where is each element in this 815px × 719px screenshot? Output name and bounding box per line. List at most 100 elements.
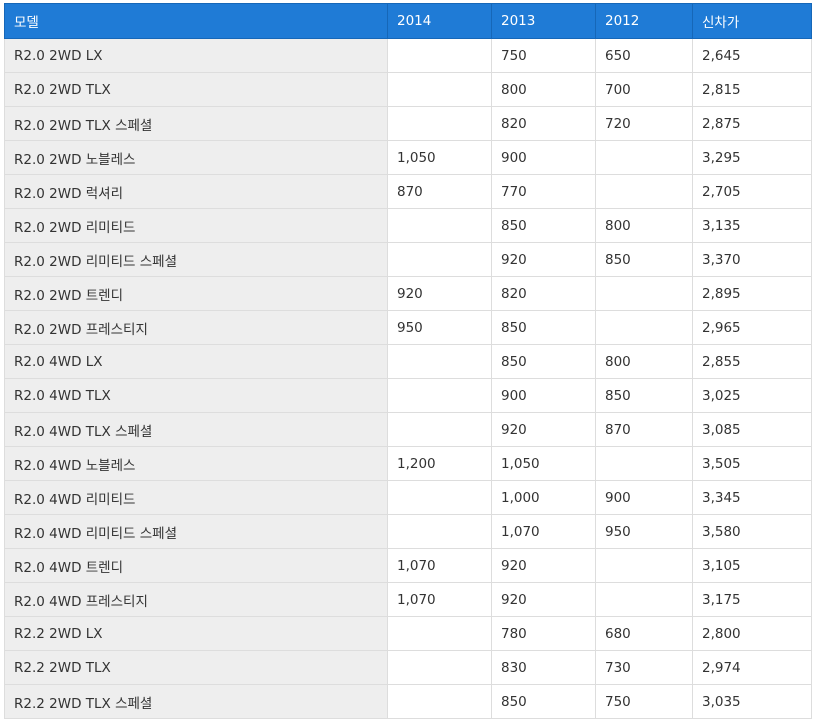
price-2013-cell: 850 xyxy=(491,310,596,345)
price-2014-cell: 870 xyxy=(387,174,492,209)
price-2012-cell: 730 xyxy=(595,650,693,685)
price-2014-cell xyxy=(387,72,492,107)
model-cell: R2.0 4WD 프레스티지 xyxy=(4,582,388,617)
price-2012-cell xyxy=(595,446,693,481)
new-price-cell: 3,105 xyxy=(692,548,812,583)
table-row: R2.0 4WD 리미티드 스페셜 1,070 950 3,580 xyxy=(4,514,812,549)
new-price-cell: 2,974 xyxy=(692,650,812,685)
new-price-cell: 3,295 xyxy=(692,140,812,175)
header-2012: 2012 xyxy=(595,3,693,39)
table-row: R2.0 4WD TLX 스페셜 920 870 3,085 xyxy=(4,412,812,447)
table-row: R2.0 2WD TLX 800 700 2,815 xyxy=(4,72,812,107)
model-cell: R2.0 2WD 럭셔리 xyxy=(4,174,388,209)
table-row: R2.0 2WD 프레스티지 950 850 2,965 xyxy=(4,310,812,345)
header-2014: 2014 xyxy=(387,3,492,39)
table-row: R2.0 4WD LX 850 800 2,855 xyxy=(4,344,812,379)
table-row: R2.2 2WD TLX 스페셜 850 750 3,035 xyxy=(4,684,812,719)
price-2014-cell: 1,050 xyxy=(387,140,492,175)
price-2013-cell: 850 xyxy=(491,344,596,379)
price-2012-cell xyxy=(595,582,693,617)
table-row: R2.0 4WD 트렌디 1,070 920 3,105 xyxy=(4,548,812,583)
price-2012-cell: 750 xyxy=(595,684,693,719)
price-2013-cell: 820 xyxy=(491,106,596,141)
model-cell: R2.0 2WD 프레스티지 xyxy=(4,310,388,345)
price-2014-cell: 1,200 xyxy=(387,446,492,481)
price-2014-cell xyxy=(387,378,492,413)
price-2013-cell: 800 xyxy=(491,72,596,107)
price-2013-cell: 920 xyxy=(491,582,596,617)
price-2014-cell xyxy=(387,616,492,651)
price-2012-cell xyxy=(595,548,693,583)
table-row: R2.2 2WD TLX 830 730 2,974 xyxy=(4,650,812,685)
model-cell: R2.2 2WD TLX xyxy=(4,650,388,685)
new-price-cell: 2,800 xyxy=(692,616,812,651)
model-cell: R2.2 2WD TLX 스페셜 xyxy=(4,684,388,719)
price-2012-cell: 720 xyxy=(595,106,693,141)
price-2014-cell xyxy=(387,514,492,549)
price-2013-cell: 850 xyxy=(491,684,596,719)
price-2014-cell xyxy=(387,684,492,719)
new-price-cell: 2,815 xyxy=(692,72,812,107)
table-body: R2.0 2WD LX 750 650 2,645 R2.0 2WD TLX 800 700… xyxy=(4,38,812,719)
header-row: 모델 2014 2013 2012 신차가 xyxy=(4,3,812,39)
header-2013: 2013 xyxy=(491,3,596,39)
model-cell: R2.0 4WD 트렌디 xyxy=(4,548,388,583)
price-2014-cell xyxy=(387,242,492,277)
model-cell: R2.0 2WD 리미티드 스페셜 xyxy=(4,242,388,277)
header-model: 모델 xyxy=(4,3,388,39)
price-2013-cell: 820 xyxy=(491,276,596,311)
price-2013-cell: 920 xyxy=(491,242,596,277)
price-2013-cell: 1,000 xyxy=(491,480,596,515)
price-2012-cell xyxy=(595,140,693,175)
price-2012-cell: 950 xyxy=(595,514,693,549)
new-price-cell: 3,345 xyxy=(692,480,812,515)
model-cell: R2.0 4WD LX xyxy=(4,344,388,379)
price-2013-cell: 900 xyxy=(491,140,596,175)
price-2013-cell: 1,070 xyxy=(491,514,596,549)
price-2013-cell: 920 xyxy=(491,412,596,447)
table-row: R2.0 2WD 리미티드 850 800 3,135 xyxy=(4,208,812,243)
table-row: R2.0 4WD 리미티드 1,000 900 3,345 xyxy=(4,480,812,515)
table-row: R2.0 4WD 노블레스 1,200 1,050 3,505 xyxy=(4,446,812,481)
model-cell: R2.0 4WD 노블레스 xyxy=(4,446,388,481)
price-2013-cell: 920 xyxy=(491,548,596,583)
table-row: R2.0 4WD TLX 900 850 3,025 xyxy=(4,378,812,413)
new-price-cell: 3,035 xyxy=(692,684,812,719)
price-2012-cell: 650 xyxy=(595,38,693,73)
price-2014-cell xyxy=(387,208,492,243)
model-cell: R2.0 2WD 트렌디 xyxy=(4,276,388,311)
price-2013-cell: 770 xyxy=(491,174,596,209)
new-price-cell: 2,965 xyxy=(692,310,812,345)
price-2012-cell: 850 xyxy=(595,378,693,413)
price-2013-cell: 780 xyxy=(491,616,596,651)
table-row: R2.0 2WD LX 750 650 2,645 xyxy=(4,38,812,73)
price-2013-cell: 830 xyxy=(491,650,596,685)
price-2014-cell: 1,070 xyxy=(387,582,492,617)
price-2014-cell xyxy=(387,106,492,141)
used-car-price-table: 모델 2014 2013 2012 신차가 R2.0 2WD LX 750 650 2… xyxy=(4,3,812,719)
table-row: R2.0 2WD 노블레스 1,050 900 3,295 xyxy=(4,140,812,175)
new-price-cell: 3,135 xyxy=(692,208,812,243)
model-cell: R2.0 2WD LX xyxy=(4,38,388,73)
model-cell: R2.0 4WD 리미티드 스페셜 xyxy=(4,514,388,549)
price-2013-cell: 850 xyxy=(491,208,596,243)
price-table-container: 모델 2014 2013 2012 신차가 R2.0 2WD LX 750 650 2… xyxy=(4,3,812,719)
model-cell: R2.0 4WD TLX 스페셜 xyxy=(4,412,388,447)
new-price-cell: 3,505 xyxy=(692,446,812,481)
model-cell: R2.0 4WD TLX xyxy=(4,378,388,413)
price-2013-cell: 900 xyxy=(491,378,596,413)
price-2014-cell xyxy=(387,412,492,447)
price-2012-cell: 680 xyxy=(595,616,693,651)
price-2012-cell: 870 xyxy=(595,412,693,447)
price-2012-cell: 800 xyxy=(595,208,693,243)
model-cell: R2.0 2WD 노블레스 xyxy=(4,140,388,175)
table-row: R2.2 2WD LX 780 680 2,800 xyxy=(4,616,812,651)
new-price-cell: 2,855 xyxy=(692,344,812,379)
new-price-cell: 2,705 xyxy=(692,174,812,209)
table-row: R2.0 2WD TLX 스페셜 820 720 2,875 xyxy=(4,106,812,141)
header-new-price: 신차가 xyxy=(692,3,812,39)
price-2014-cell: 920 xyxy=(387,276,492,311)
price-2014-cell xyxy=(387,650,492,685)
table-row: R2.0 2WD 럭셔리 870 770 2,705 xyxy=(4,174,812,209)
price-2012-cell xyxy=(595,310,693,345)
